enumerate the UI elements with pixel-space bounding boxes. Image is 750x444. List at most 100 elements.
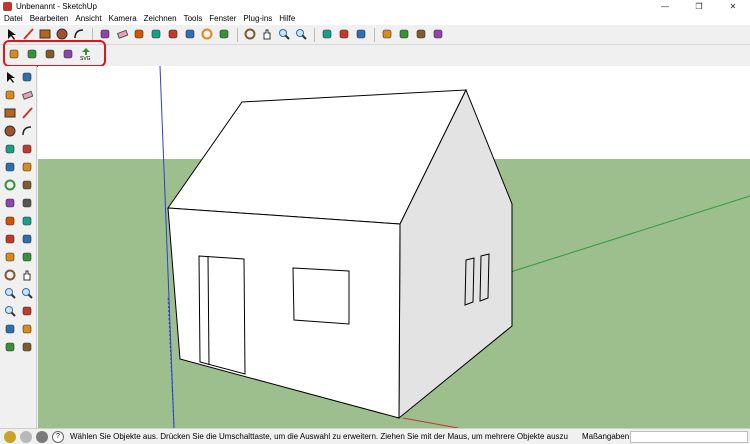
share-component-button[interactable] bbox=[413, 27, 429, 43]
get-models-button[interactable] bbox=[379, 27, 395, 43]
left-toolbar-row bbox=[2, 214, 36, 231]
dimension-button[interactable] bbox=[19, 214, 35, 230]
select-icon bbox=[4, 71, 16, 85]
make-component-button[interactable] bbox=[19, 70, 35, 86]
menu-bar: Datei Bearbeiten Ansicht Kamera Zeichnen… bbox=[0, 12, 750, 25]
select-button[interactable] bbox=[2, 70, 18, 86]
left-toolbar-row bbox=[2, 340, 36, 357]
window-title: Unbenannt - SketchUp bbox=[16, 1, 97, 11]
toggle-terrain-button[interactable] bbox=[336, 27, 352, 43]
rotate-icon bbox=[4, 179, 16, 193]
offset-icon bbox=[218, 28, 230, 42]
line-icon bbox=[21, 107, 33, 121]
eraser-button[interactable] bbox=[19, 88, 35, 104]
move-icon bbox=[4, 161, 16, 175]
pan-button[interactable] bbox=[19, 268, 35, 284]
zoom-extents-button[interactable] bbox=[2, 304, 18, 320]
rectangle-button[interactable] bbox=[2, 106, 18, 122]
protractor-button[interactable] bbox=[2, 232, 18, 248]
offset-icon bbox=[21, 197, 33, 211]
maximize-button[interactable]: ❐ bbox=[682, 0, 716, 12]
credits-icon[interactable] bbox=[20, 430, 32, 443]
menu-kamera[interactable]: Kamera bbox=[109, 14, 137, 23]
help-icon[interactable]: ? bbox=[52, 430, 64, 443]
close-button[interactable]: ✕ bbox=[716, 0, 750, 12]
pan-icon bbox=[21, 269, 33, 283]
share-model-button[interactable] bbox=[396, 27, 412, 43]
circle-button[interactable] bbox=[2, 124, 18, 140]
window-controls: — ❐ ✕ bbox=[648, 0, 750, 12]
user-icon[interactable] bbox=[36, 430, 48, 443]
left-toolbar-row bbox=[2, 142, 36, 159]
push-pull-button[interactable] bbox=[19, 160, 35, 176]
rotate-button[interactable] bbox=[2, 178, 18, 194]
zoom-window-button[interactable] bbox=[19, 286, 35, 302]
left-toolbar-row bbox=[2, 232, 36, 249]
zoom-button[interactable] bbox=[276, 27, 292, 43]
walk-button[interactable] bbox=[2, 340, 18, 356]
zoom-window-icon bbox=[21, 287, 33, 301]
menu-hilfe[interactable]: Hilfe bbox=[279, 14, 295, 23]
geo-location-icon[interactable] bbox=[4, 430, 16, 443]
left-toolbar-row bbox=[2, 160, 36, 177]
menu-plugins[interactable]: Plug-ins bbox=[243, 14, 272, 23]
text-button[interactable] bbox=[19, 232, 35, 248]
add-location-button[interactable] bbox=[319, 27, 335, 43]
scale-button[interactable] bbox=[2, 196, 18, 212]
polygon-button[interactable] bbox=[2, 142, 18, 158]
extension-warehouse-button[interactable] bbox=[430, 27, 446, 43]
add-location-icon bbox=[321, 28, 333, 42]
side-window-right bbox=[479, 253, 490, 302]
section-plane-icon bbox=[21, 341, 33, 355]
move-button[interactable] bbox=[182, 27, 198, 43]
menu-datei[interactable]: Datei bbox=[4, 14, 23, 23]
section-plane-button[interactable] bbox=[19, 340, 35, 356]
push-pull-icon bbox=[21, 161, 33, 175]
position-camera-button[interactable] bbox=[2, 322, 18, 338]
zoom-extents-button[interactable] bbox=[293, 27, 309, 43]
follow-me-button[interactable] bbox=[19, 178, 35, 194]
arc-button[interactable] bbox=[19, 124, 35, 140]
follow-me-icon bbox=[21, 179, 33, 193]
menu-fenster[interactable]: Fenster bbox=[209, 14, 236, 23]
tape-measure-button[interactable] bbox=[131, 27, 147, 43]
paint-bucket-button[interactable] bbox=[2, 88, 18, 104]
drawing-viewport[interactable] bbox=[38, 66, 750, 428]
rotate-button[interactable] bbox=[199, 27, 215, 43]
eraser-icon bbox=[116, 28, 129, 42]
arc-icon bbox=[21, 125, 33, 139]
paint-bucket-button[interactable] bbox=[148, 27, 164, 43]
measurements-input[interactable] bbox=[630, 431, 748, 443]
left-toolbar-row bbox=[2, 322, 36, 339]
previous-view-button[interactable] bbox=[19, 304, 35, 320]
line-button[interactable] bbox=[19, 106, 35, 122]
pan-icon bbox=[261, 28, 273, 42]
eraser-icon bbox=[21, 89, 34, 103]
push-pull-button[interactable] bbox=[165, 27, 181, 43]
orbit-icon bbox=[4, 269, 16, 283]
polygon-icon bbox=[4, 143, 16, 157]
pan-button[interactable] bbox=[259, 27, 275, 43]
freehand-icon bbox=[21, 143, 33, 157]
axes-icon bbox=[4, 251, 16, 265]
minimize-button[interactable]: — bbox=[648, 0, 682, 12]
tape-measure-button[interactable] bbox=[2, 214, 18, 230]
freehand-button[interactable] bbox=[19, 142, 35, 158]
preview-in-google-earth-button[interactable] bbox=[353, 27, 369, 43]
share-model-icon bbox=[398, 28, 410, 42]
axes-button[interactable] bbox=[2, 250, 18, 266]
left-toolbar-row bbox=[2, 268, 36, 285]
menu-zeichnen[interactable]: Zeichnen bbox=[144, 14, 177, 23]
look-around-button[interactable] bbox=[19, 322, 35, 338]
move-button[interactable] bbox=[2, 160, 18, 176]
offset-button[interactable] bbox=[216, 27, 232, 43]
zoom-button[interactable] bbox=[2, 286, 18, 302]
orbit-button[interactable] bbox=[242, 27, 258, 43]
menu-bearbeiten[interactable]: Bearbeiten bbox=[30, 14, 69, 23]
3d-text-button[interactable] bbox=[19, 250, 35, 266]
menu-tools[interactable]: Tools bbox=[184, 14, 203, 23]
offset-button[interactable] bbox=[19, 196, 35, 212]
eraser-button[interactable] bbox=[114, 27, 130, 43]
menu-ansicht[interactable]: Ansicht bbox=[75, 14, 101, 23]
orbit-button[interactable] bbox=[2, 268, 18, 284]
